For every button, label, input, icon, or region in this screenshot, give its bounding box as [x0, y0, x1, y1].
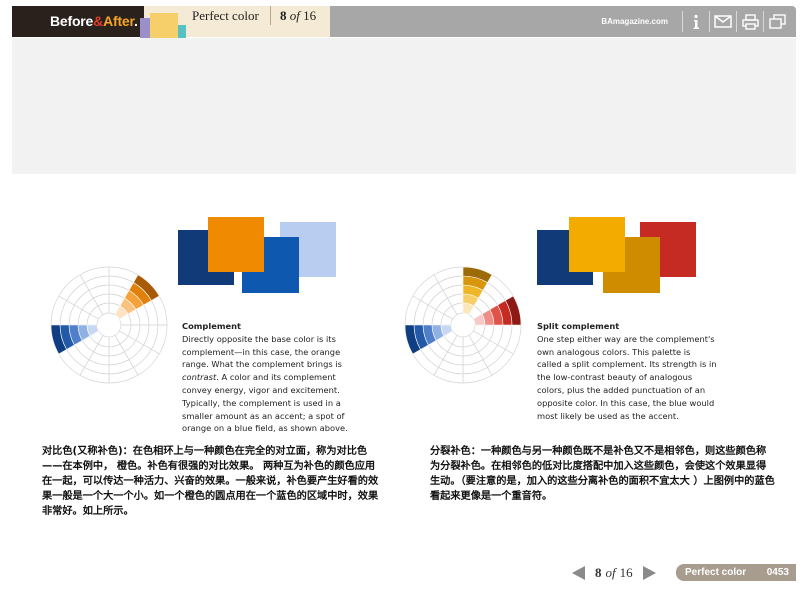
complement-swatches [178, 217, 338, 295]
header-divider [270, 6, 271, 25]
info-icon[interactable] [682, 11, 709, 32]
next-page-arrow-icon[interactable] [642, 566, 656, 580]
split-complement-swatches [537, 217, 697, 295]
logo-swatch-yellow [150, 13, 178, 41]
complement-chinese-text: 对比色(又称补色)：在色相环上与一种颜色在完全的对立面，称为对比色——在本例中，… [42, 446, 379, 517]
site-link[interactable]: BAmagazine.com [601, 6, 668, 37]
color-wheel-split-complement [404, 266, 522, 384]
mail-icon[interactable] [709, 11, 736, 32]
footer-pager: 8 of 16 [572, 565, 656, 581]
toolbar-icons [682, 11, 790, 32]
complement-heading: Complement [182, 321, 241, 331]
print-icon[interactable] [736, 11, 763, 32]
split-complement-heading: Split complement [537, 321, 620, 331]
previous-page-arrow-icon[interactable] [572, 566, 585, 580]
split-complement-chinese-text: 分裂补色：一种颜色与另一种颜色既不是补色又不是相邻色，则这些颜色称为分裂补色。在… [430, 446, 775, 502]
toolbar: BAmagazine.com [330, 6, 796, 37]
header-page-indicator: 8 of 16 [280, 8, 317, 23]
split-complement-caption: Split complement One step either way are … [537, 321, 717, 421]
footer-section-tag: Perfect color 0453 [676, 564, 796, 581]
swatch-orange [208, 217, 264, 272]
image-placeholder [12, 38, 796, 174]
complement-caption: Complement Directly opposite the base col… [182, 320, 362, 435]
section-title: Perfect color [192, 8, 259, 23]
window-icon[interactable] [763, 11, 790, 32]
brand-logo[interactable]: Before&After. [12, 6, 144, 37]
swatch-gold [569, 217, 625, 272]
color-wheel-complement [50, 266, 168, 384]
top-bar: Before&After. BAmagazine.com [12, 6, 796, 37]
